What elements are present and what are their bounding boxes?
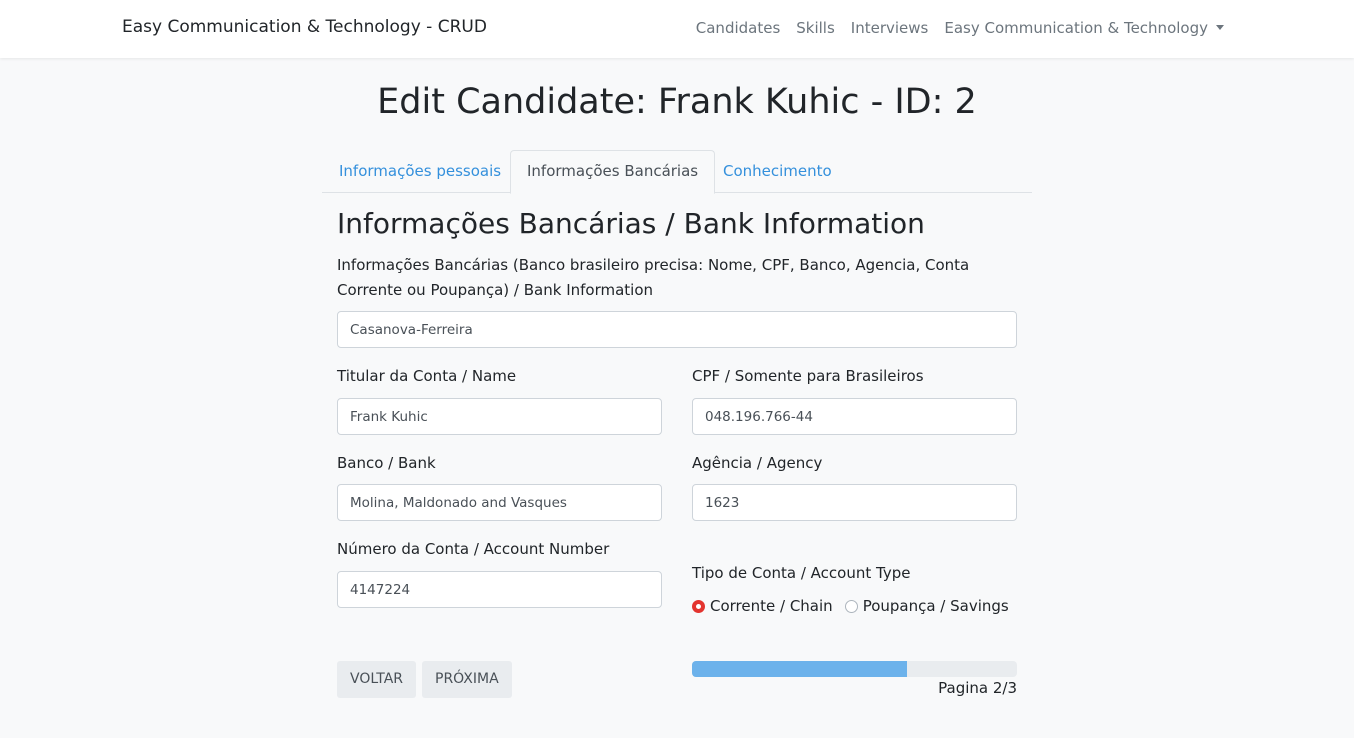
back-button[interactable]: VOLTAR — [337, 661, 416, 698]
radio-checking[interactable] — [692, 599, 705, 613]
cpf-label: CPF / Somente para Brasileiros — [692, 367, 924, 385]
progress-bar — [692, 661, 1017, 677]
section-title: Informações Bancárias / Bank Information — [337, 207, 925, 240]
next-button[interactable]: PRÓXIMA — [422, 661, 512, 698]
tab-bank-info[interactable]: Informações Bancárias — [510, 150, 716, 194]
progress-fill — [692, 661, 907, 677]
holder-name-input[interactable] — [337, 398, 662, 435]
tab-bar: Informações pessoais Informações Bancári… — [322, 150, 1032, 194]
bank-info-input[interactable] — [337, 311, 1017, 348]
radio-savings-label[interactable]: Poupança / Savings — [863, 597, 1009, 615]
account-number-label: Número da Conta / Account Number — [337, 540, 610, 558]
nav-link-skills[interactable]: Skills — [796, 19, 835, 37]
chevron-down-icon — [1216, 25, 1224, 30]
tab-personal-info[interactable]: Informações pessoais — [323, 150, 517, 193]
nav-dropdown[interactable]: Easy Communication & Technology — [944, 19, 1224, 37]
page-title: Edit Candidate: Frank Kuhic - ID: 2 — [377, 82, 977, 122]
navbar-brand[interactable]: Easy Communication & Technology - CRUD — [122, 17, 487, 37]
cpf-input[interactable] — [692, 398, 1017, 435]
nav-link-candidates[interactable]: Candidates — [696, 19, 781, 37]
navbar: Easy Communication & Technology - CRUD C… — [0, 0, 1354, 58]
account-type-radio-group: Corrente / Chain Poupança / Savings — [692, 597, 1021, 615]
radio-savings[interactable] — [844, 599, 858, 613]
bank-label: Banco / Bank — [337, 454, 436, 472]
bank-input[interactable] — [337, 484, 662, 521]
holder-label: Titular da Conta / Name — [337, 367, 517, 385]
page-count: Pagina 2/3 — [938, 679, 1017, 697]
account-type-label: Tipo de Conta / Account Type — [692, 564, 911, 582]
account-number-input[interactable] — [337, 571, 662, 608]
nav-link-interviews[interactable]: Interviews — [851, 19, 929, 37]
bank-info-description: Informações Bancárias (Banco brasileiro … — [337, 256, 970, 299]
agency-input[interactable] — [692, 484, 1017, 521]
tab-knowledge[interactable]: Conhecimento — [707, 150, 848, 193]
radio-checking-label[interactable]: Corrente / Chain — [710, 597, 833, 615]
agency-label: Agência / Agency — [692, 454, 823, 472]
nav-dropdown-label: Easy Communication & Technology — [944, 19, 1208, 37]
nav-links: Candidates Skills Interviews Easy Commun… — [680, 19, 1224, 37]
